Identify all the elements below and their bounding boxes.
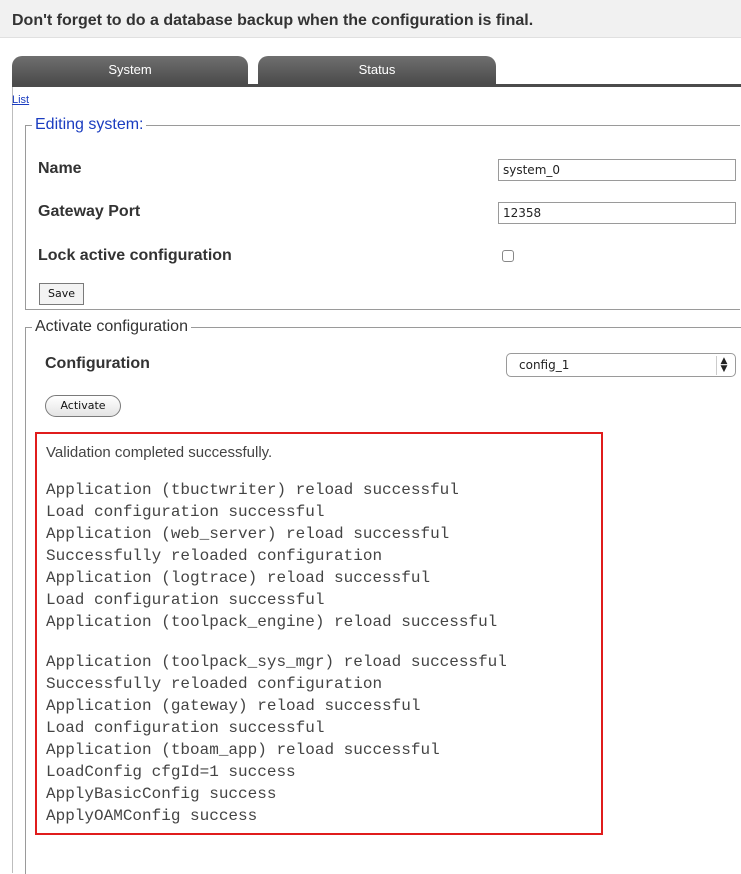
select-arrows-icon: ▲ ▼ [716,356,731,375]
log-line: Application (toolpack_engine) reload suc… [46,613,498,631]
activate-button[interactable]: Activate [45,395,121,417]
content-left-border [12,87,13,873]
log-line: ApplyBasicConfig success [46,785,277,803]
log-line: Application (tbuctwriter) reload success… [46,481,459,499]
tab-bar-underline [12,84,741,87]
log-line: Application (logtrace) reload successful [46,569,431,587]
log-line: Application (web_server) reload successf… [46,525,450,543]
configuration-select-value: config_1 [519,358,570,372]
log-line: Load configuration successful [46,503,325,521]
log-line: LoadConfig cfgId=1 success [46,763,296,781]
save-button[interactable]: Save [39,283,84,305]
gateway-port-input[interactable] [498,202,736,224]
log-group-2: Application (toolpack_sys_mgr) reload su… [46,651,507,827]
editing-system-legend: Editing system: [35,116,144,133]
backup-reminder-banner: Don't forget to do a database backup whe… [0,0,741,38]
lock-config-label: Lock active configuration [38,247,232,264]
log-line: Application (gateway) reload successful [46,697,421,715]
validation-result-panel: Validation completed successfully. Appli… [35,432,603,835]
lock-config-checkbox[interactable] [502,250,514,262]
name-label: Name [38,160,82,177]
configuration-label: Configuration [45,355,150,372]
list-link[interactable]: List [12,94,29,106]
tab-status[interactable]: Status [258,56,496,84]
log-line: Application (toolpack_sys_mgr) reload su… [46,653,507,671]
gateway-port-label: Gateway Port [38,203,141,220]
log-line: Application (tboam_app) reload successfu… [46,741,440,759]
log-line: Load configuration successful [46,719,325,737]
log-line: Successfully reloaded configuration [46,675,383,693]
name-input[interactable] [498,159,736,181]
validation-message: Validation completed successfully. [46,444,273,461]
log-line: ApplyOAMConfig success [46,807,258,825]
configuration-select[interactable]: config_1 ▲ ▼ [506,353,736,377]
log-line: Load configuration successful [46,591,325,609]
activate-configuration-legend: Activate configuration [35,318,188,335]
tab-system[interactable]: System [12,56,248,84]
log-group-1: Application (tbuctwriter) reload success… [46,479,497,633]
log-line: Successfully reloaded configuration [46,547,383,565]
